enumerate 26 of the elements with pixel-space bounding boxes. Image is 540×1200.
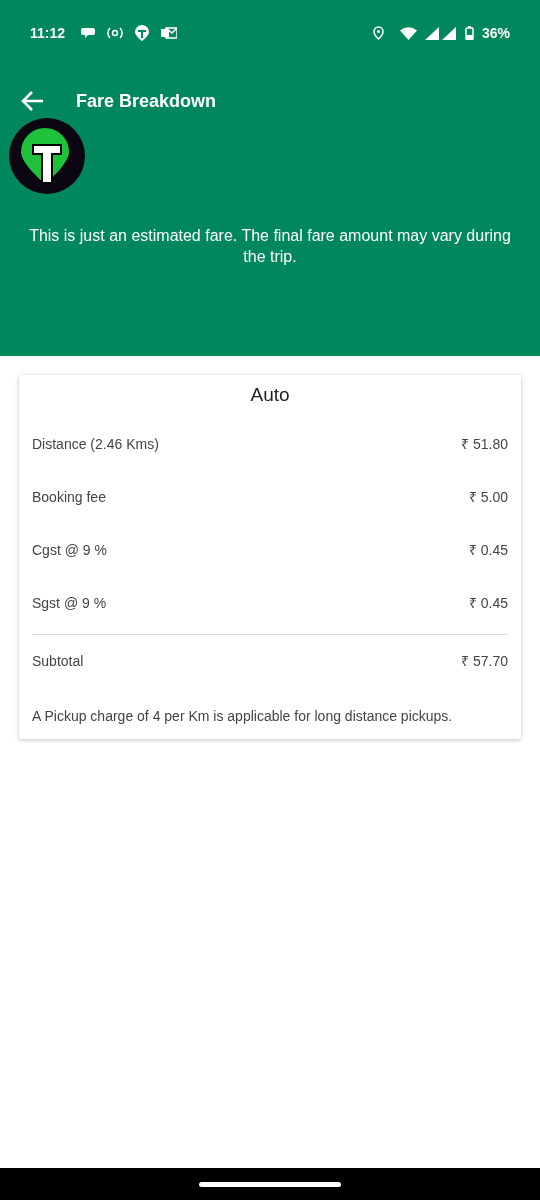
fare-item-label: Distance (2.46 Kms) bbox=[32, 434, 159, 454]
fare-item-amount: ₹ 51.80 bbox=[461, 434, 508, 454]
app-logo-icon bbox=[135, 25, 150, 41]
broadcast-icon bbox=[107, 27, 124, 39]
location-icon bbox=[372, 26, 384, 40]
battery-icon bbox=[464, 26, 474, 40]
wifi-icon bbox=[399, 26, 417, 40]
pickup-charge-note: A Pickup charge of 4 per Km is applicable for long distance pickups. bbox=[32, 706, 454, 726]
chat-icon bbox=[81, 27, 96, 39]
subtotal-label: Subtotal bbox=[32, 651, 84, 671]
battery-level: 36% bbox=[481, 23, 510, 43]
signal-icon bbox=[424, 26, 457, 40]
fare-item-label: Booking fee bbox=[32, 487, 106, 507]
subtotal-amount: ₹ 57.70 bbox=[461, 651, 508, 671]
back-arrow-icon[interactable] bbox=[20, 90, 44, 112]
fare-item-amount: ₹ 5.00 bbox=[468, 487, 508, 507]
vehicle-type: Auto bbox=[249, 383, 291, 407]
fare-item-label: Sgst @ 9 % bbox=[32, 593, 107, 613]
mail-icon bbox=[161, 27, 178, 39]
fare-item-amount: ₹ 0.45 bbox=[468, 593, 508, 613]
fare-item-amount: ₹ 0.45 bbox=[468, 540, 508, 560]
status-time: 11:12 bbox=[30, 23, 66, 43]
fare-item-label: Cgst @ 9 % bbox=[32, 540, 107, 560]
screen-title: Fare Breakdown bbox=[76, 89, 217, 113]
estimate-notice: This is just an estimated fare. The final fare amount may vary during the trip. bbox=[28, 226, 512, 267]
home-indicator[interactable] bbox=[199, 1181, 341, 1187]
